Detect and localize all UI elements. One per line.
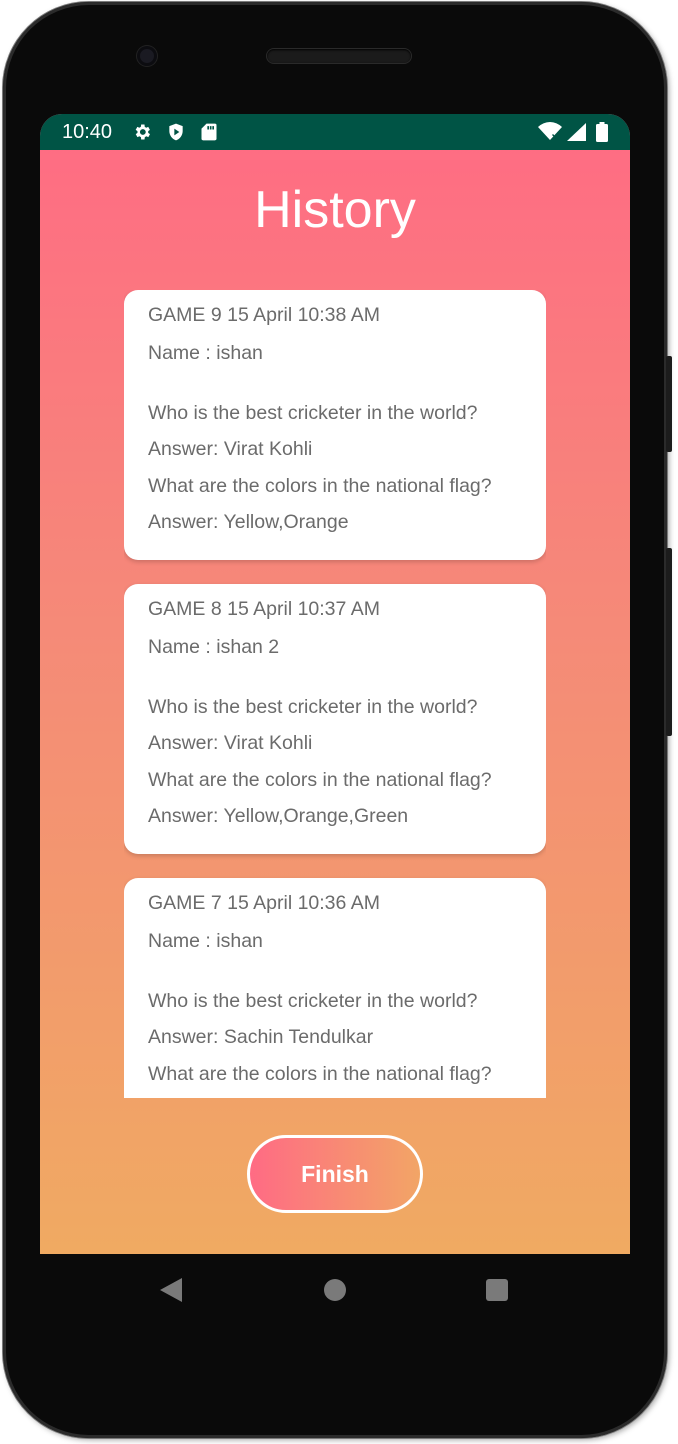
earpiece-speaker: [267, 49, 411, 63]
navigation-bar: [40, 1254, 630, 1326]
app-screen: 10:40 History GAME 9 15 April 10:38 AM N…: [40, 114, 630, 1254]
question-text: What are the colors in the national flag…: [148, 769, 492, 791]
power-button: [666, 548, 672, 736]
history-card[interactable]: GAME 9 15 April 10:38 AM Name : ishan Wh…: [124, 290, 546, 560]
question-text: Who is the best cricketer in the world?: [148, 402, 478, 424]
sd-card-icon: [200, 122, 218, 147]
game-header: GAME 9 15 April 10:38 AM: [148, 304, 380, 326]
battery-icon: [596, 122, 608, 147]
answer-text: Answer: Virat Kohli: [148, 732, 313, 754]
home-icon[interactable]: [324, 1279, 346, 1301]
player-name: Name : ishan 2: [148, 636, 280, 658]
status-time: 10:40: [62, 121, 113, 143]
answer-text: Answer: Yellow,Orange,Green: [148, 805, 409, 827]
volume-button: [666, 356, 672, 452]
history-card[interactable]: GAME 7 15 April 10:36 AM Name : ishan Wh…: [124, 878, 546, 1098]
question-text: What are the colors in the national flag…: [148, 1063, 492, 1085]
recents-icon[interactable]: [486, 1279, 508, 1301]
answer-text: Answer: Yellow,Orange: [148, 511, 349, 533]
page-title: History: [254, 181, 416, 239]
front-camera: [137, 46, 157, 66]
history-list[interactable]: GAME 9 15 April 10:38 AM Name : ishan Wh…: [124, 290, 546, 1098]
game-header: GAME 7 15 April 10:36 AM: [148, 892, 380, 914]
shield-play-icon: [166, 122, 186, 147]
gear-icon: [132, 122, 152, 147]
question-text: Who is the best cricketer in the world?: [148, 696, 478, 718]
question-text: Who is the best cricketer in the world?: [148, 990, 478, 1012]
signal-icon: [566, 122, 586, 147]
answer-text: Answer: Sachin Tendulkar: [148, 1026, 374, 1048]
wifi-icon: [538, 122, 562, 147]
finish-button[interactable]: Finish: [247, 1135, 423, 1213]
player-name: Name : ishan: [148, 342, 263, 364]
game-header: GAME 8 15 April 10:37 AM: [148, 598, 380, 620]
back-icon[interactable]: [160, 1278, 182, 1307]
question-text: What are the colors in the national flag…: [148, 475, 492, 497]
status-bar: 10:40: [40, 114, 630, 150]
answer-text: Answer: Virat Kohli: [148, 438, 313, 460]
history-card[interactable]: GAME 8 15 April 10:37 AM Name : ishan 2 …: [124, 584, 546, 854]
player-name: Name : ishan: [148, 930, 263, 952]
